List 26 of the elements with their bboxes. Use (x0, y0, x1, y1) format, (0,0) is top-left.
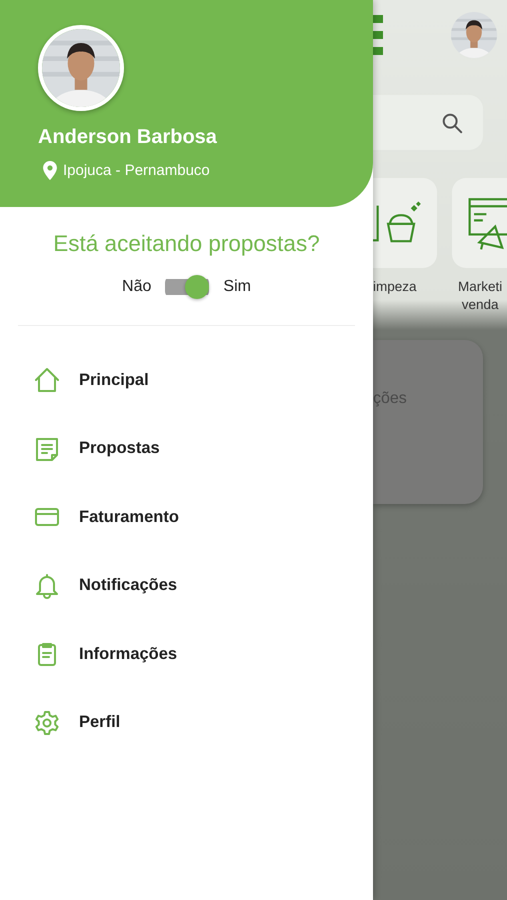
menu-item[interactable]: Faturamento (0, 483, 373, 552)
category-label: impeza (373, 278, 417, 296)
menu-item[interactable]: Principal (0, 346, 373, 414)
search-icon (441, 112, 463, 134)
home-icon (34, 367, 60, 394)
user-location: Ipojuca - Pernambuco (63, 162, 210, 179)
location-pin-icon (43, 161, 57, 180)
toggle-switch[interactable] (165, 275, 210, 299)
settings-icon (34, 710, 60, 736)
search-field[interactable] (373, 95, 483, 150)
category-label: Marketi venda (458, 278, 502, 314)
question-title: Está aceitando propostas? (52, 231, 321, 257)
menu-item[interactable]: Propostas (0, 414, 373, 483)
document-icon (34, 436, 60, 462)
menu-item[interactable]: Informações (0, 620, 373, 688)
menu-icon[interactable] (373, 15, 383, 55)
toggle-label: Sim (223, 278, 251, 296)
bucket-icon (373, 201, 421, 245)
menu-item[interactable]: Notificações (0, 552, 373, 620)
category-card[interactable] (452, 178, 507, 268)
bell-icon (34, 572, 60, 599)
toggle-label: Não (122, 278, 152, 296)
menu-item[interactable]: Perfil (0, 688, 373, 757)
user-name: Anderson Barbosa (38, 126, 218, 149)
category-card[interactable] (373, 178, 437, 268)
avatar[interactable] (451, 12, 497, 58)
